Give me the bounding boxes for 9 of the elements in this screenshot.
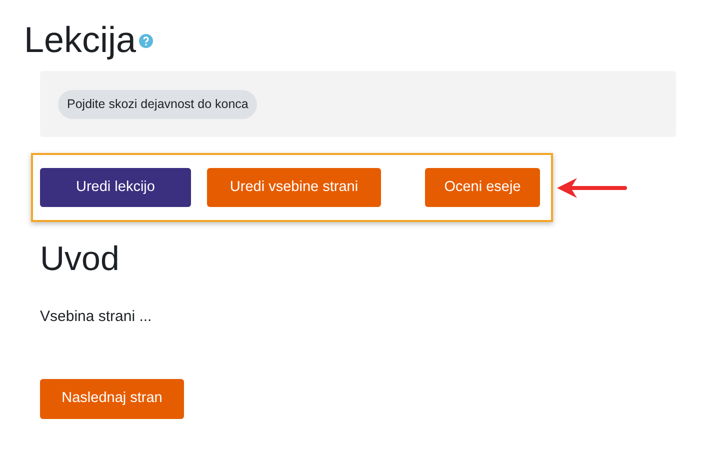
toolbar-button[interactable]: Uredi lekcijo [40, 168, 191, 207]
help-icon[interactable] [139, 34, 154, 48]
body-text: Vsebina strani ... [40, 307, 153, 327]
next-page-button[interactable]: Naslednaj stran [40, 378, 184, 418]
toolbar-button[interactable]: Uredi vsebine strani [207, 168, 381, 207]
page-title: Lekcija [24, 18, 136, 62]
toolbar-button[interactable]: Oceni eseje [425, 168, 540, 207]
section-heading: Uvod [40, 239, 120, 279]
activity-badge: Pojdite skozi dejavnost do konca [58, 90, 258, 118]
